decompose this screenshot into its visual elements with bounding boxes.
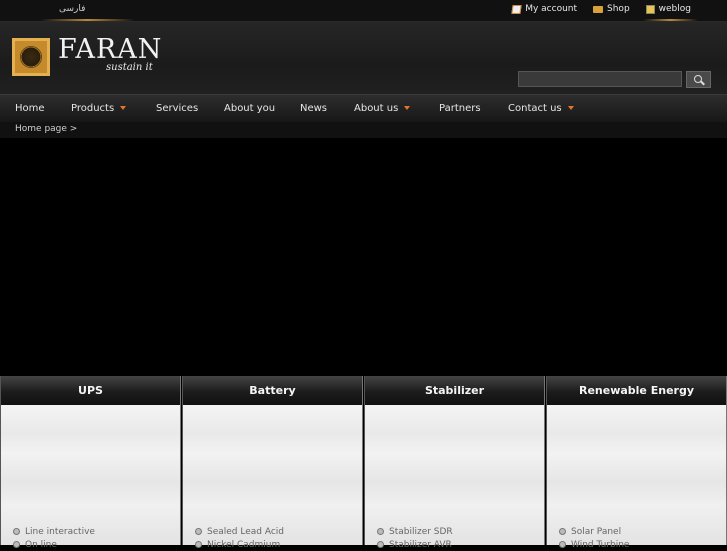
chevron-down-icon <box>567 106 574 110</box>
header: FARAN sustain it <box>0 22 727 94</box>
nav-contact-us[interactable]: Contact us <box>508 103 574 114</box>
weblog-link[interactable]: weblog <box>645 4 691 14</box>
category-image <box>1 405 180 545</box>
hero-banner <box>0 138 727 376</box>
nav-news[interactable]: News <box>300 103 327 114</box>
list-item[interactable]: Stabilizer SDR <box>377 525 453 538</box>
category-renewable-energy: Renewable Energy Solar Panel Wind Turbin… <box>546 376 727 550</box>
breadcrumb: Home page > <box>0 122 727 138</box>
language-link[interactable]: فارسی <box>59 4 85 14</box>
search-input[interactable] <box>518 71 682 87</box>
search-button[interactable] <box>686 71 711 88</box>
my-account-label: My account <box>525 4 578 14</box>
chevron-down-icon <box>120 106 127 110</box>
weblog-icon <box>645 4 655 14</box>
category-title[interactable]: Renewable Energy <box>547 376 726 405</box>
category-image <box>365 405 544 545</box>
brand-name[interactable]: FARAN <box>58 36 162 63</box>
nav-services[interactable]: Services <box>156 103 198 114</box>
weblog-label: weblog <box>658 4 691 14</box>
list-item[interactable]: Line interactive <box>13 525 95 538</box>
category-title[interactable]: Battery <box>183 376 362 405</box>
chevron-down-icon <box>404 106 411 110</box>
brand-tagline: sustain it <box>106 62 153 73</box>
shop-icon <box>593 5 604 13</box>
category-stabilizer: Stabilizer Stabilizer SDR Stabilizer AVR <box>364 376 545 550</box>
category-list: Line interactive On line <box>13 525 95 551</box>
top-bar: فارسی My account Shop weblog <box>0 0 727 22</box>
category-title[interactable]: Stabilizer <box>365 376 544 405</box>
nav-products[interactable]: Products <box>71 103 127 114</box>
shop-link[interactable]: Shop <box>593 4 630 14</box>
category-ups: UPS Line interactive On line <box>0 376 181 550</box>
nav-partners[interactable]: Partners <box>439 103 481 114</box>
list-item[interactable]: Solar Panel <box>559 525 629 538</box>
nav-home[interactable]: Home <box>15 103 45 114</box>
nav-about-us[interactable]: About us <box>354 103 411 114</box>
category-image <box>547 405 726 545</box>
bullet-icon <box>195 528 202 535</box>
main-nav: Home Products Services About you News Ab… <box>0 94 727 123</box>
breadcrumb-home[interactable]: Home page > <box>15 124 77 134</box>
category-list: Sealed Lead Acid Nickel Cadmium <box>195 525 284 551</box>
shop-underline <box>643 19 698 21</box>
bullet-icon <box>377 528 384 535</box>
list-item[interactable]: Sealed Lead Acid <box>195 525 284 538</box>
category-title[interactable]: UPS <box>1 376 180 405</box>
bullet-icon <box>559 528 566 535</box>
top-links: My account Shop weblog <box>511 4 691 14</box>
bullet-icon <box>13 528 20 535</box>
logo-icon[interactable] <box>12 38 50 76</box>
language-underline <box>40 19 135 21</box>
category-list: Stabilizer SDR Stabilizer AVR <box>377 525 453 551</box>
account-icon <box>511 4 522 14</box>
shop-label: Shop <box>607 4 630 14</box>
my-account-link[interactable]: My account <box>511 4 578 14</box>
nav-about-you[interactable]: About you <box>224 103 275 114</box>
category-list: Solar Panel Wind Turbine <box>559 525 629 551</box>
category-image <box>183 405 362 545</box>
category-battery: Battery Sealed Lead Acid Nickel Cadmium <box>182 376 363 550</box>
category-panels: UPS Line interactive On line Battery Sea… <box>0 376 727 550</box>
